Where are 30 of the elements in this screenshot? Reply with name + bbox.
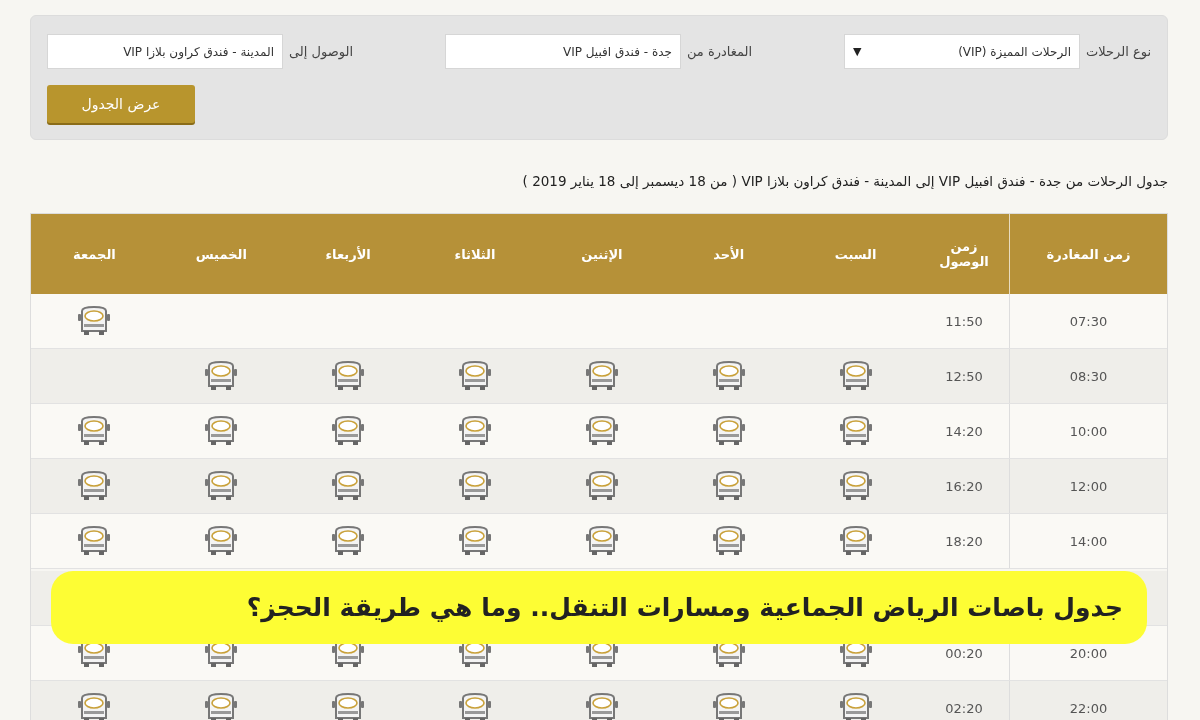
headline-banner: جدول باصات الرياض الجماعية ومسارات التنقل.. وما هي طريقة الحجز؟	[51, 571, 1147, 644]
trip-type-select[interactable]: الرحلات المميزة (VIP) ▼	[844, 34, 1080, 69]
column-header: الخميس	[194, 246, 248, 262]
arrival-time: 18:20	[944, 533, 984, 549]
departure-time: 12:00	[1009, 459, 1167, 513]
column-header: الأربعاء	[324, 246, 372, 262]
column-header: السبت	[833, 246, 878, 262]
departure-time: 14:00	[1009, 514, 1167, 568]
dropdown-caret-icon: ▼	[853, 45, 862, 58]
field-label: المغادرة من	[686, 44, 753, 59]
arrival-time: 16:20	[944, 478, 984, 494]
departure-time: 07:30	[1009, 294, 1167, 348]
input-field[interactable]: جدة - فندق افبيل VIP	[444, 34, 681, 69]
arrival-time: 14:20	[944, 423, 984, 439]
column-header: الإثنين	[580, 246, 624, 262]
field-label: الوصول إلى	[289, 44, 354, 59]
input-field[interactable]: المدينة - فندق كراون بلازا VIP	[47, 34, 283, 69]
column-header: زمن الوصول	[938, 239, 990, 269]
column-header: الثلاثاء	[453, 246, 497, 262]
departure-time: 22:00	[1009, 681, 1167, 720]
departure-time: 10:00	[1009, 404, 1167, 458]
arrival-time: 12:50	[944, 368, 984, 384]
column-header: الأحد	[712, 246, 746, 262]
departure-time: 08:30	[1009, 349, 1167, 403]
field-label: نوع الرحلات	[1086, 44, 1151, 59]
arrival-time: 00:20	[944, 645, 984, 661]
arrival-time: 11:50	[944, 313, 984, 329]
schedule-title: جدول الرحلات من جدة - فندق افبيل VIP إلى المدينة - فندق كراون بلازا VIP ( من 18 ديسمبر إلى 18 يناير 2019 )	[521, 173, 1168, 189]
arrival-time: 02:20	[944, 700, 984, 716]
column-header: الجمعة	[72, 246, 117, 262]
